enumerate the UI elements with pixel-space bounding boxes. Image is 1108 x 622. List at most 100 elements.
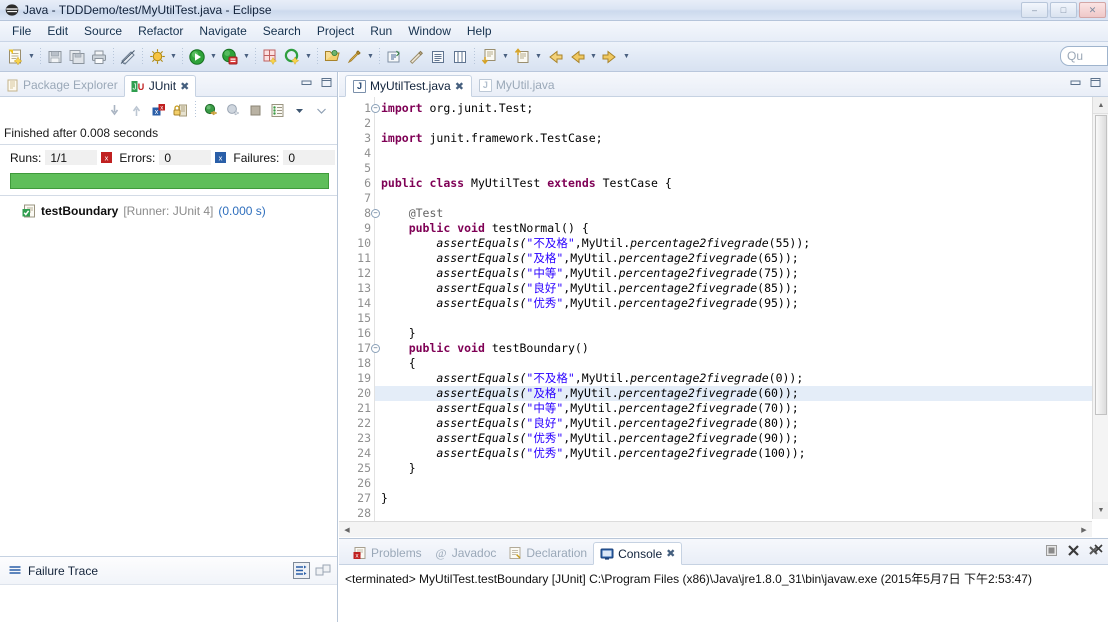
code-line[interactable]: } [375,461,1108,476]
code-line[interactable]: public void testBoundary() [375,341,1108,356]
run-coverage-dropdown-icon[interactable]: ▼ [241,46,252,68]
new-java-package-icon[interactable] [259,46,281,68]
scroll-down-icon[interactable]: ▼ [1093,502,1108,519]
editor-horizontal-scrollbar[interactable]: ◀ ▶ [339,521,1092,537]
menu-navigate[interactable]: Navigate [191,22,254,40]
minimize-window-button[interactable]: – [1021,2,1048,18]
failure-trace-body[interactable] [0,584,337,622]
new-java-class-icon[interactable] [281,46,303,68]
tab-declaration[interactable]: Declaration [502,541,593,564]
terminate-icon[interactable] [1044,543,1059,558]
menu-window[interactable]: Window [400,22,459,40]
code-line[interactable] [375,116,1108,131]
save-all-icon[interactable] [66,46,88,68]
close-icon[interactable]: ✖ [455,80,464,93]
code-line[interactable] [375,476,1108,491]
code-line[interactable]: import org.junit.Test; [375,101,1108,116]
close-icon[interactable]: ✖ [180,80,189,93]
code-text[interactable]: import org.junit.Test; import junit.fram… [375,97,1108,537]
tab-junit[interactable]: J U JUnit ✖ [123,75,197,97]
code-line[interactable] [375,311,1108,326]
stop-icon[interactable] [245,100,265,120]
remove-launch-icon[interactable] [1066,543,1081,558]
menu-source[interactable]: Source [76,22,130,40]
remove-all-terminated-icon[interactable] [1088,543,1104,558]
code-line[interactable]: assertEquals("不及格",MyUtil.percentage2fiv… [375,236,1108,251]
menu-search[interactable]: Search [255,22,309,40]
back-alt-icon[interactable] [566,46,588,68]
junit-result-tree[interactable]: testBoundary [Runner: JUnit 4] (0.000 s) [0,195,337,556]
print-icon[interactable] [88,46,110,68]
back-icon[interactable] [544,46,566,68]
open-type-icon[interactable] [321,46,343,68]
code-line[interactable]: assertEquals("优秀",MyUtil.percentage2five… [375,296,1108,311]
run-coverage-icon[interactable] [219,46,241,68]
code-line[interactable]: assertEquals("中等",MyUtil.percentage2five… [375,401,1108,416]
menu-project[interactable]: Project [309,22,362,40]
menu-help[interactable]: Help [459,22,500,40]
code-line[interactable]: } [375,491,1108,506]
tab-package-explorer[interactable]: Package Explorer [0,74,124,96]
save-icon[interactable] [44,46,66,68]
list-item[interactable]: testBoundary [Runner: JUnit 4] (0.000 s) [0,202,337,220]
quick-access-input[interactable]: Qu [1060,46,1108,66]
code-line[interactable]: @Test [375,206,1108,221]
toggle-breadcrumb-icon[interactable] [383,46,405,68]
code-view[interactable]: 1−2 3 4 5 6 7 8−9 10 11 12 13 14 15 16 17−18 19 20 21 22 23… [339,97,1108,537]
code-line[interactable]: public class MyUtilTest extends TestCase… [375,176,1108,191]
forward-icon[interactable] [599,46,621,68]
code-line[interactable]: import junit.framework.TestCase; [375,131,1108,146]
previous-annotation-dropdown-icon[interactable]: ▼ [533,46,544,68]
view-menu-icon[interactable] [289,100,309,120]
next-annotation-icon[interactable] [478,46,500,68]
minimize-view-menu-icon[interactable] [311,100,331,120]
debug-icon[interactable] [146,46,168,68]
code-line[interactable]: assertEquals("及格",MyUtil.percentage2five… [375,251,1108,266]
menu-edit[interactable]: Edit [39,22,76,40]
tab-myutiltest-java[interactable]: J MyUtilTest.java ✖ [345,75,472,97]
toggle-mark-occurrences-icon[interactable] [117,46,139,68]
code-line[interactable]: assertEquals("良好",MyUtil.percentage2five… [375,416,1108,431]
code-line[interactable]: assertEquals("及格",MyUtil.percentage2five… [375,386,1108,401]
run-dropdown-icon[interactable]: ▼ [208,46,219,68]
last-edit-location-icon[interactable] [405,46,427,68]
tab-myutil-java[interactable]: J MyUtil.java [472,74,562,96]
debug-dropdown-icon[interactable]: ▼ [168,46,179,68]
menu-refactor[interactable]: Refactor [130,22,191,40]
scroll-left-icon[interactable]: ◀ [339,522,355,538]
rerun-test-icon[interactable] [201,100,221,120]
filter-stack-trace-icon[interactable] [293,562,310,579]
previous-annotation-icon[interactable] [511,46,533,68]
minimize-view-icon[interactable] [299,75,313,89]
new-java-class-dropdown-icon[interactable]: ▼ [303,46,314,68]
next-annotation-dropdown-icon[interactable]: ▼ [500,46,511,68]
minimize-editor-icon[interactable] [1069,76,1082,89]
forward-dropdown-icon[interactable]: ▼ [621,46,632,68]
code-line[interactable]: { [375,356,1108,371]
code-line[interactable]: } [375,326,1108,341]
search-icon[interactable] [343,46,365,68]
test-run-history-icon[interactable] [267,100,287,120]
code-line[interactable]: assertEquals("中等",MyUtil.percentage2five… [375,266,1108,281]
code-line[interactable] [375,191,1108,206]
code-line[interactable] [375,161,1108,176]
code-line[interactable]: assertEquals("不及格",MyUtil.percentage2fiv… [375,371,1108,386]
tab-problems[interactable]: x Problems [347,541,428,564]
close-icon[interactable]: ✖ [666,547,675,560]
code-line[interactable]: assertEquals("良好",MyUtil.percentage2five… [375,281,1108,296]
show-whitespace-icon[interactable] [427,46,449,68]
tab-javadoc[interactable]: @ Javadoc [428,541,503,564]
back-dropdown-icon[interactable]: ▼ [588,46,599,68]
maximize-view-icon[interactable] [319,75,333,89]
maximize-editor-icon[interactable] [1089,76,1102,89]
new-wizard-dropdown-icon[interactable]: ▼ [26,46,37,68]
previous-failure-icon[interactable] [126,100,146,120]
run-icon[interactable] [186,46,208,68]
code-line[interactable]: assertEquals("优秀",MyUtil.percentage2five… [375,431,1108,446]
menu-run[interactable]: Run [362,22,400,40]
lock-scroll-icon[interactable] [170,100,190,120]
show-failures-only-icon[interactable]: x x [148,100,168,120]
next-failure-icon[interactable] [104,100,124,120]
search-dropdown-icon[interactable]: ▼ [365,46,376,68]
scroll-thumb[interactable] [1095,115,1107,415]
